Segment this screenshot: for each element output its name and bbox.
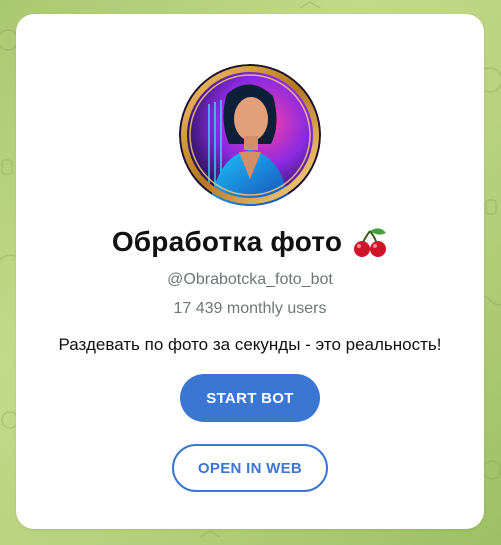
bot-profile-card: Обработка фото @Obrabotcka_foto_bot 17 4… [16,14,484,529]
monthly-users-count: 17 439 monthly users [173,300,327,317]
bot-title: Обработка фото [111,226,343,257]
open-in-web-button[interactable]: OPEN IN WEB [172,444,328,492]
cherry-icon [352,227,388,262]
start-bot-button[interactable]: START BOT [180,374,320,422]
bot-title-row: Обработка фото [16,226,484,262]
bot-description: Раздевать по фото за секунды - это реаль… [58,335,442,354]
bot-avatar [179,64,321,206]
bot-username[interactable]: @Obrabotcka_foto_bot [16,271,484,289]
